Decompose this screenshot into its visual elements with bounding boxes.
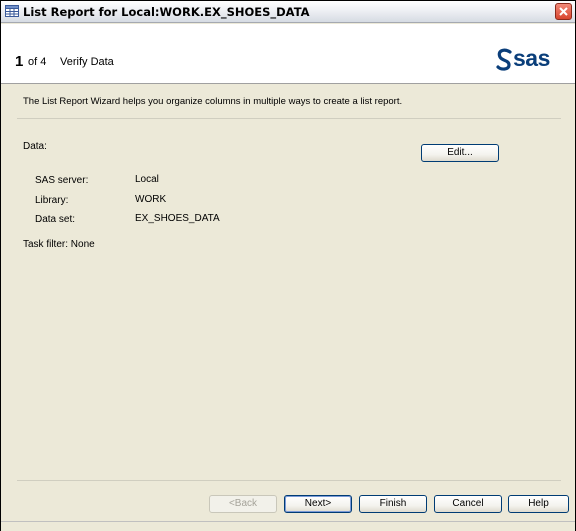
field-label-data-set: Data set:: [35, 214, 76, 225]
task-filter: Task filter: None: [23, 239, 95, 250]
help-button[interactable]: Help: [508, 495, 569, 513]
cancel-button[interactable]: Cancel: [434, 495, 502, 513]
step-count: of 4: [28, 56, 47, 68]
field-value-library: WORK: [135, 194, 167, 205]
step-number: 1: [15, 53, 24, 70]
close-icon[interactable]: [555, 3, 572, 20]
intro-text: The List Report Wizard helps you organiz…: [23, 96, 403, 107]
next-button[interactable]: Next>: [284, 495, 352, 513]
title-bar: List Report for Local:WORK.EX_SHOES_DATA: [1, 1, 575, 23]
step-title: Verify Data: [60, 56, 114, 68]
window-bottom-edge: [1, 521, 575, 531]
edit-button[interactable]: Edit...: [421, 144, 499, 162]
footer-divider: [17, 480, 561, 481]
window-title: List Report for Local:WORK.EX_SHOES_DATA: [23, 5, 310, 19]
divider: [17, 118, 561, 119]
sas-logo-text: sas: [513, 45, 550, 71]
finish-button[interactable]: Finish: [359, 495, 427, 513]
field-label-sas-server: SAS server:: [35, 175, 89, 186]
field-value-data-set: EX_SHOES_DATA: [135, 213, 220, 224]
field-label-library: Library:: [35, 195, 69, 206]
data-label: Data:: [23, 141, 47, 152]
back-button[interactable]: <Back: [209, 495, 277, 513]
wizard-header: 1 of 4 Verify Data sas: [1, 24, 575, 84]
table-icon: [5, 5, 19, 17]
sas-logo: sas: [495, 45, 567, 72]
wizard-window: List Report for Local:WORK.EX_SHOES_DATA…: [0, 0, 576, 531]
field-value-sas-server: Local: [135, 174, 159, 185]
